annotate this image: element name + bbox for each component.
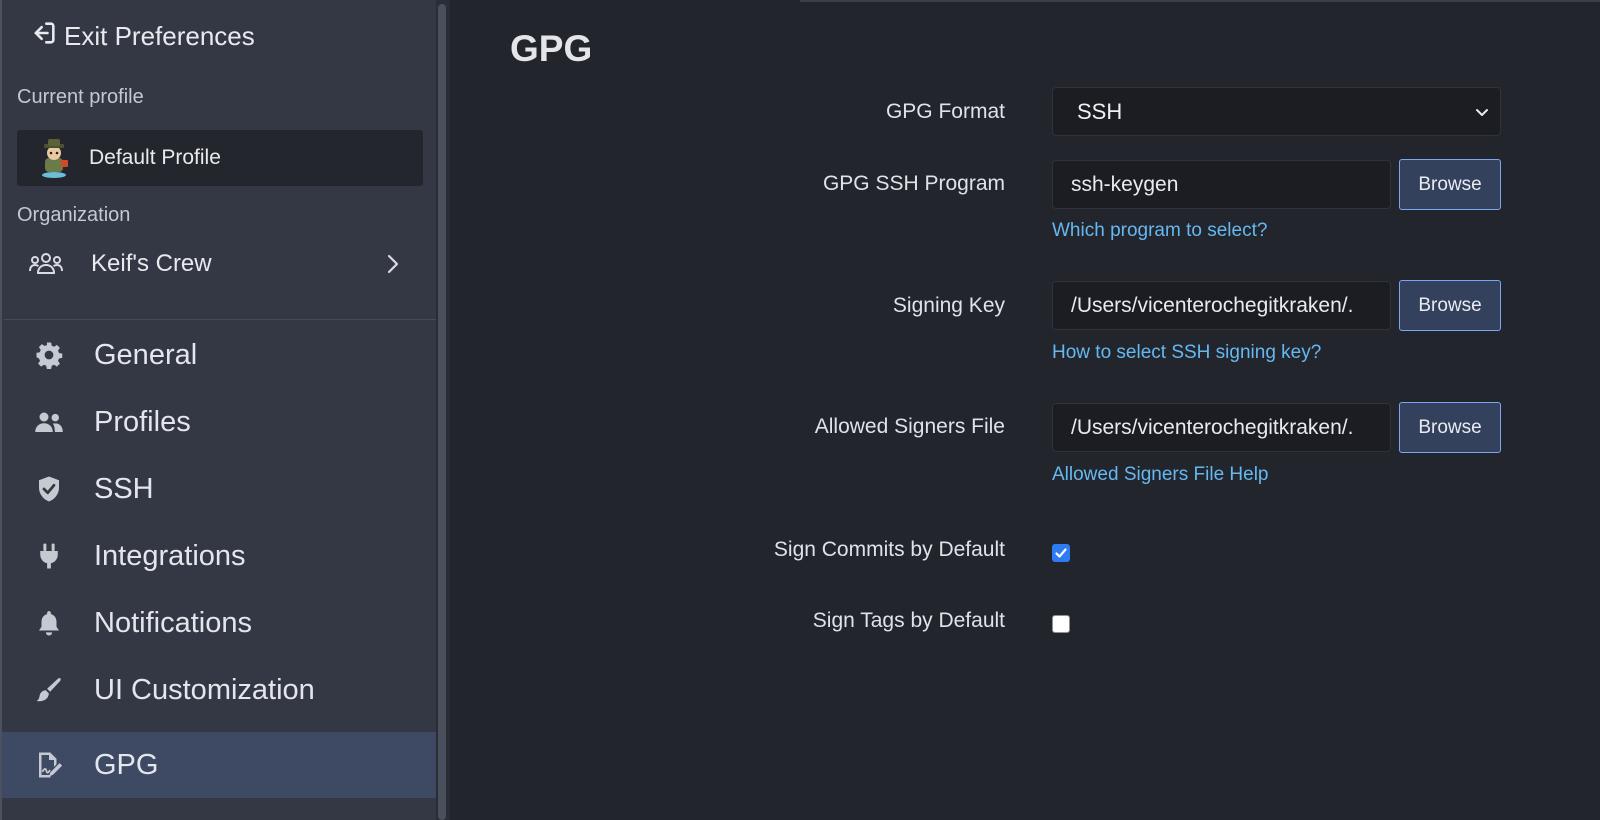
allowed-signers-label: Allowed Signers File (814, 415, 1005, 438)
nav-item-label: SSH (94, 472, 154, 505)
nav-item-label: Integrations (94, 539, 246, 572)
sign-out-icon (30, 19, 58, 54)
exit-preferences-label: Exit Preferences (64, 20, 255, 51)
team-icon (29, 253, 63, 274)
current-profile-heading: Current profile (17, 86, 144, 108)
sidebar-scrollbar[interactable] (436, 0, 450, 820)
sign-commits-checkbox[interactable] (1052, 544, 1070, 562)
signing-key-label: Signing Key (892, 294, 1005, 317)
browse-signing-key-button[interactable]: Browse (1399, 280, 1501, 331)
browse-allowed-signers-button[interactable]: Browse (1399, 402, 1501, 453)
allowed-signers-help-link[interactable]: Allowed Signers File Help (1052, 464, 1269, 486)
signing-key-input[interactable]: /Users/vicenterochegitkraken/. (1052, 281, 1391, 330)
checkmark-icon (1055, 548, 1067, 558)
nav-item-integrations[interactable]: Integrations (2, 523, 438, 589)
nav-item-profiles[interactable]: Profiles (2, 389, 438, 455)
current-profile[interactable]: Default Profile (17, 130, 423, 186)
brush-icon (32, 673, 66, 707)
nav-item-label: GPG (94, 748, 159, 781)
sign-commits-label: Sign Commits by Default (773, 538, 1005, 561)
nav-item-general[interactable]: General (2, 322, 438, 388)
page-title: GPG (510, 28, 593, 69)
nav-item-gpg[interactable]: GPG (2, 732, 438, 798)
organization-name: Keif's Crew (91, 250, 212, 277)
shield-icon (32, 472, 66, 506)
gpg-format-label: GPG Format (885, 100, 1005, 123)
chevron-down-icon (1476, 109, 1488, 116)
sidebar-divider (4, 319, 438, 320)
gear-icon (32, 338, 66, 372)
chevron-right-icon (387, 254, 399, 274)
which-program-help-link[interactable]: Which program to select? (1052, 220, 1267, 242)
nav-item-notifications[interactable]: Notifications (2, 590, 438, 656)
nav-item-label: General (94, 338, 198, 371)
sidebar: Exit Preferences Current profile Default… (0, 0, 438, 820)
gpg-ssh-program-label: GPG SSH Program (822, 172, 1005, 195)
organization-selector[interactable]: Keif's Crew (17, 240, 423, 288)
nav-item-ssh[interactable]: SSH (2, 456, 438, 522)
profile-name: Default Profile (89, 146, 221, 169)
exit-preferences-button[interactable]: Exit Preferences (30, 18, 255, 54)
browse-ssh-program-button[interactable]: Browse (1399, 159, 1501, 210)
bell-icon (32, 606, 66, 640)
nav-item-ui-customization[interactable]: UI Customization (2, 657, 438, 723)
nav-item-label: Profiles (94, 405, 191, 438)
gpg-format-value: SSH (1077, 98, 1123, 124)
allowed-signers-input[interactable]: /Users/vicenterochegitkraken/. (1052, 403, 1391, 452)
nav-item-label: Notifications (94, 606, 252, 639)
nav-item-label: UI Customization (94, 673, 315, 706)
signing-key-help-link[interactable]: How to select SSH signing key? (1052, 342, 1321, 364)
gpg-format-select[interactable]: SSH (1052, 87, 1501, 136)
sign-tags-label: Sign Tags by Default (812, 609, 1005, 632)
profile-avatar (42, 139, 68, 178)
organization-heading: Organization (17, 204, 131, 226)
top-border (800, 0, 1600, 2)
plug-icon (32, 539, 66, 573)
scrollbar-thumb[interactable] (438, 4, 446, 820)
sign-tags-checkbox[interactable] (1052, 615, 1070, 633)
users-icon (32, 405, 66, 439)
signature-icon (32, 748, 66, 782)
gpg-ssh-program-input[interactable]: ssh-keygen (1052, 160, 1391, 209)
